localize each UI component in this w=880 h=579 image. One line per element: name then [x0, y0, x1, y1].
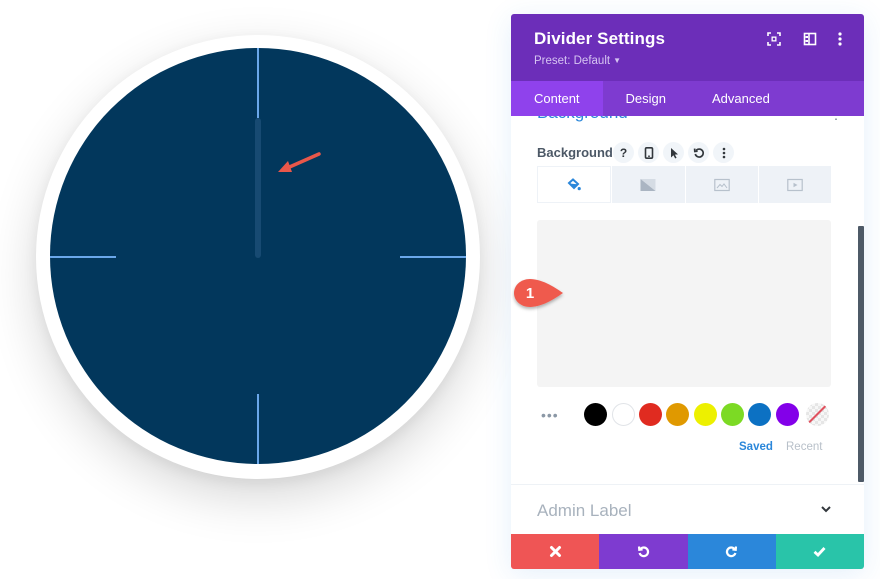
more-icon[interactable] — [713, 142, 734, 163]
video-icon — [787, 178, 803, 191]
save-button[interactable] — [775, 534, 864, 569]
tab-advanced[interactable]: Advanced — [689, 81, 793, 116]
clock-preview — [36, 35, 480, 479]
admin-label-title: Admin Label — [537, 501, 632, 520]
preset-dropdown[interactable]: Preset: Default ▼ — [534, 55, 621, 67]
redo-button[interactable] — [687, 534, 776, 569]
swatch-blue[interactable] — [748, 403, 771, 426]
tab-content[interactable]: Content — [511, 81, 603, 116]
help-icon[interactable]: ? — [613, 142, 634, 163]
badge-number: 1 — [525, 285, 535, 302]
swatch-yellow[interactable] — [694, 403, 717, 426]
tick-6 — [257, 394, 259, 464]
responsive-icon[interactable] — [638, 142, 659, 163]
help-glyph: ? — [619, 145, 628, 160]
cancel-button[interactable] — [511, 534, 600, 569]
tick-9 — [50, 256, 116, 258]
caret-down-icon: ▼ — [613, 56, 621, 65]
admin-label-toggle[interactable]: Admin Label — [511, 484, 864, 534]
color-swatches: ••• — [537, 403, 837, 427]
swatch-black[interactable] — [584, 403, 607, 426]
swatch-green[interactable] — [721, 403, 744, 426]
tick-3 — [400, 256, 466, 258]
image-icon — [713, 178, 730, 191]
annotation-arrow-icon — [278, 152, 321, 172]
step-badge: 1 — [511, 276, 567, 314]
panel-scrollbar[interactable] — [858, 226, 864, 482]
bg-tab-image[interactable] — [685, 166, 758, 203]
clock-hand-divider[interactable] — [255, 118, 261, 258]
swatch-purple[interactable] — [776, 403, 799, 426]
more-options-icon[interactable] — [832, 31, 848, 47]
gradient-icon — [640, 178, 656, 191]
panel-header: Divider Settings Preset: Default ▼ — [511, 14, 864, 81]
swatch-transparent-icon[interactable] — [806, 403, 829, 426]
clock-face — [50, 48, 466, 464]
settings-tabs: Content Design Advanced — [511, 81, 864, 116]
panel-title: Divider Settings — [534, 29, 666, 48]
checkmark-icon — [813, 547, 826, 557]
bg-tab-video[interactable] — [758, 166, 831, 203]
background-field-label: Background — [537, 145, 613, 160]
chevron-down-icon — [821, 506, 831, 513]
badge-shape-icon — [514, 279, 563, 307]
background-type-tabs — [537, 166, 831, 203]
swatch-white[interactable] — [612, 403, 635, 426]
split-view-icon[interactable] — [802, 31, 818, 47]
section-title-background[interactable]: Background — [537, 116, 628, 123]
palette-tab-recent[interactable]: Recent — [786, 441, 822, 453]
panel-footer — [511, 534, 864, 569]
swatch-orange[interactable] — [666, 403, 689, 426]
field-option-icons: ? — [613, 142, 734, 163]
more-colors-icon[interactable]: ••• — [541, 407, 559, 423]
tick-12 — [257, 48, 259, 118]
bg-tab-color[interactable] — [537, 166, 612, 203]
reset-icon[interactable] — [688, 142, 709, 163]
palette-tab-saved[interactable]: Saved — [739, 441, 773, 453]
paint-bucket-icon — [567, 177, 581, 190]
preset-label: Preset: Default — [534, 55, 611, 67]
swatch-red[interactable] — [639, 403, 662, 426]
close-icon — [549, 546, 561, 557]
hover-cursor-icon[interactable] — [663, 142, 684, 163]
undo-icon — [637, 546, 649, 558]
fullscreen-icon[interactable] — [766, 31, 782, 47]
undo-button[interactable] — [599, 534, 688, 569]
redo-icon — [726, 546, 738, 558]
section-controls-icon[interactable]: ⌃⋮ — [816, 116, 846, 122]
bg-tab-gradient[interactable] — [612, 166, 685, 203]
color-picker-preview[interactable] — [537, 220, 831, 387]
tab-design[interactable]: Design — [603, 81, 689, 116]
